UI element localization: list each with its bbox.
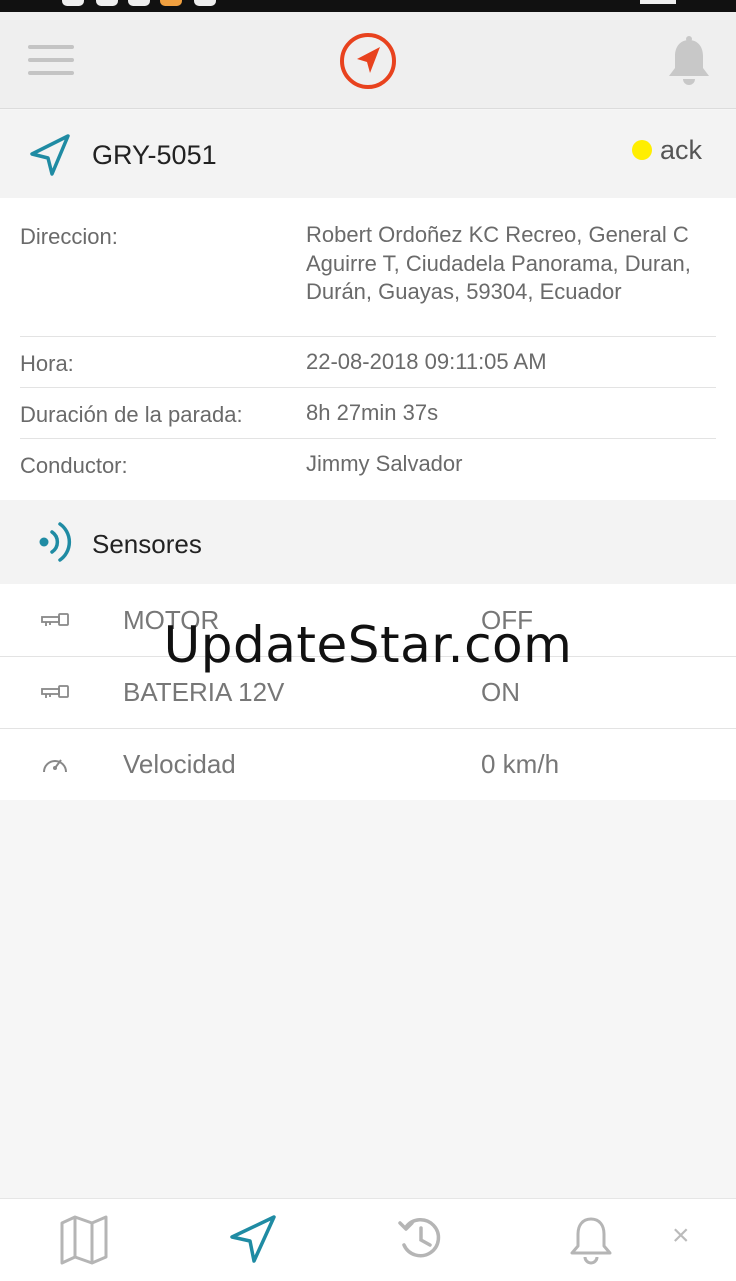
- vehicle-details-panel: Direccion: Robert Ordoñez KC Recreo, Gen…: [0, 198, 736, 500]
- status-notification-icon: [96, 0, 118, 6]
- detail-label: Conductor:: [20, 453, 128, 478]
- sensor-value: 0 km/h: [481, 749, 560, 779]
- detail-row-address: Direccion: Robert Ordoñez KC Recreo, Gen…: [20, 218, 716, 337]
- detail-value: Robert Ordoñez KC Recreo, General C Agui…: [306, 222, 691, 304]
- detail-row-time: Hora: 22-08-2018 09:11:05 AM: [20, 337, 716, 388]
- map-icon[interactable]: [58, 1213, 110, 1265]
- history-icon[interactable]: [394, 1213, 446, 1265]
- detail-value: Jimmy Salvador: [306, 451, 463, 476]
- key-icon: [41, 685, 69, 698]
- detail-value: 8h 27min 37s: [306, 400, 439, 425]
- detail-label: Hora:: [20, 351, 74, 376]
- status-label: ack: [660, 135, 703, 165]
- hamburger-menu-icon[interactable]: [28, 45, 74, 77]
- sensors-title: Sensores: [92, 529, 202, 559]
- alerts-bell-icon[interactable]: [565, 1213, 617, 1265]
- bottom-navigation: ×: [0, 1198, 736, 1281]
- sensor-name: Velocidad: [123, 749, 236, 779]
- status-notification-icon: [128, 0, 150, 6]
- detail-row-driver: Conductor: Jimmy Salvador: [20, 439, 716, 491]
- status-indicator-dot: [632, 140, 652, 160]
- watermark: UpdateStar.com: [163, 616, 573, 674]
- navigation-logo-icon: [340, 33, 396, 89]
- detail-row-stop-duration: Duración de la parada: 8h 27min 37s: [20, 388, 716, 439]
- status-notification-icon: [160, 0, 182, 6]
- detail-value: 22-08-2018 09:11:05 AM: [306, 349, 547, 374]
- bell-icon[interactable]: [666, 36, 712, 88]
- status-notification-icon: [194, 0, 216, 6]
- battery-icon: [640, 0, 676, 4]
- navigation-arrow-icon: [30, 134, 70, 176]
- sensor-row: Velocidad 0 km/h: [0, 728, 736, 800]
- detail-label: Duración de la parada:: [20, 402, 243, 427]
- navigation-tab-icon[interactable]: [228, 1213, 280, 1265]
- detail-label: Direccion:: [20, 224, 118, 249]
- speedometer-icon: [43, 759, 67, 773]
- vehicle-name: GRY-5051: [92, 140, 217, 170]
- signal-sensor-icon: [39, 522, 72, 562]
- status-notification-icon: [62, 0, 84, 6]
- sensor-value: ON: [481, 677, 520, 707]
- app-bar: [0, 12, 736, 109]
- status-bar: [0, 0, 736, 12]
- close-icon[interactable]: ×: [672, 1221, 690, 1251]
- sensor-name: BATERIA 12V: [123, 677, 285, 707]
